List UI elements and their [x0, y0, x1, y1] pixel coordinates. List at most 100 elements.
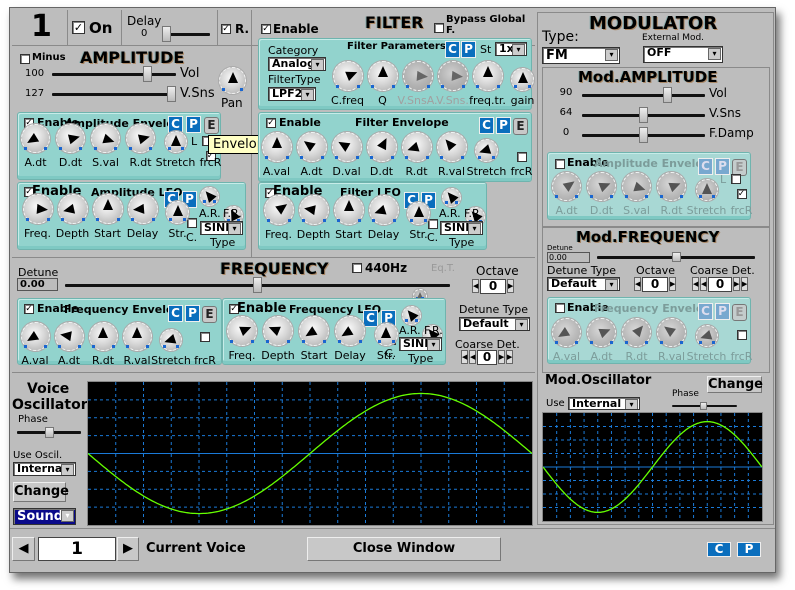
change-oscillator-button[interactable]: Change	[13, 482, 69, 502]
a-val-knob[interactable]	[261, 132, 292, 162]
delay-slider[interactable]	[162, 26, 210, 42]
r-dt-knob[interactable]	[126, 124, 155, 153]
filter-type-select[interactable]: LPF2	[268, 87, 316, 101]
a-dt-knob[interactable]	[296, 132, 327, 162]
stretch-knob[interactable]	[475, 139, 498, 162]
voice-number-input[interactable]: 1	[38, 537, 116, 561]
detune-type-select[interactable]: Default	[459, 317, 530, 331]
freq-tr-knob[interactable]	[472, 61, 503, 91]
str-knob[interactable]	[407, 202, 430, 225]
start-knob[interactable]	[92, 194, 123, 224]
r-dt-knob[interactable]	[622, 318, 651, 347]
lfo-type-select[interactable]: SINE	[440, 221, 483, 235]
filter-enable-checkbox[interactable]	[261, 24, 271, 34]
enable-checkbox[interactable]	[24, 304, 34, 314]
str-knob[interactable]	[166, 201, 189, 224]
r-val-knob[interactable]	[122, 322, 152, 351]
next-voice-button[interactable]: ▶	[117, 537, 139, 561]
force-release-checkbox[interactable]	[736, 330, 747, 340]
a-dt-knob[interactable]	[552, 172, 581, 201]
a-dt-knob[interactable]	[54, 322, 84, 351]
force-release-checkbox[interactable]	[736, 189, 747, 199]
v-sns-knob[interactable]	[437, 61, 468, 91]
force-release-checkbox[interactable]	[516, 152, 527, 162]
d-dt-knob[interactable]	[366, 132, 397, 162]
lfo-type-select[interactable]: SINE	[200, 221, 243, 235]
stretch-knob[interactable]	[695, 179, 718, 201]
minus-checkbox[interactable]	[20, 54, 30, 64]
s-val-knob[interactable]	[91, 124, 120, 153]
paste-button[interactable]: P	[461, 41, 476, 58]
a-val-knob[interactable]	[552, 318, 581, 347]
delay-knob[interactable]	[368, 195, 399, 225]
v-snsa-knob[interactable]	[402, 61, 433, 91]
phase-slider[interactable]	[17, 427, 81, 438]
ar-knob[interactable]	[200, 187, 219, 206]
r-checkbox[interactable]	[221, 24, 231, 34]
mod-change-oscillator-button[interactable]: Change	[707, 376, 763, 393]
mod-v-sns-slider[interactable]	[582, 107, 705, 123]
slider-thumb[interactable]	[662, 87, 672, 103]
s-val-knob[interactable]	[622, 172, 651, 201]
category-select[interactable]: Analog	[268, 57, 326, 71]
stretch-knob[interactable]	[164, 131, 187, 153]
lfo-type-select[interactable]: SINE	[399, 337, 442, 351]
freq-knob[interactable]	[263, 195, 294, 225]
use-oscil-select[interactable]: Internal	[13, 462, 76, 476]
ar-knob[interactable]	[442, 188, 461, 207]
d-dt-knob[interactable]	[587, 172, 616, 201]
mod-coarse-detune-counter[interactable]: ◀ ◀ 0 ▶ ▶	[692, 276, 748, 292]
delay-knob[interactable]	[335, 316, 365, 346]
vsns-slider[interactable]	[52, 86, 176, 102]
detune-slider[interactable]	[65, 277, 450, 293]
pan-knob[interactable]	[219, 67, 246, 94]
d-dt-knob[interactable]	[56, 124, 85, 153]
stages-select[interactable]: 1x	[495, 42, 527, 56]
r-dt-knob[interactable]	[401, 132, 432, 162]
r-dt-knob[interactable]	[657, 172, 686, 201]
freq-knob[interactable]	[22, 194, 53, 224]
d-val-knob[interactable]	[331, 132, 362, 162]
r-val-knob[interactable]	[657, 318, 686, 347]
on-checkbox[interactable]	[72, 21, 85, 34]
freq-knob[interactable]	[227, 316, 257, 346]
r-dt-knob[interactable]	[88, 322, 118, 351]
start-knob[interactable]	[333, 195, 364, 225]
mod-detune-slider[interactable]	[597, 252, 755, 262]
slider-thumb[interactable]	[142, 66, 152, 82]
c-freq-knob[interactable]	[332, 61, 363, 91]
close-window-button[interactable]: Close Window	[307, 537, 501, 561]
mod-phase-slider[interactable]	[672, 402, 737, 410]
mod-detune-type-select[interactable]: Default	[547, 277, 620, 291]
depth-knob[interactable]	[263, 316, 293, 346]
previous-voice-button[interactable]: ◀	[12, 537, 35, 561]
copy-button[interactable]: C	[168, 305, 183, 322]
copy-voice-button[interactable]: C	[707, 542, 731, 557]
slider-thumb[interactable]	[253, 277, 262, 293]
force-release-checkbox[interactable]	[200, 332, 210, 342]
view-mode-select[interactable]: Sound	[13, 508, 76, 525]
external-mod-select[interactable]: OFF	[643, 46, 723, 63]
coarse-detune-counter[interactable]: ◀ ◀ 0 ▶ ▶	[461, 349, 513, 365]
slider-thumb[interactable]	[162, 26, 171, 42]
envelope-window-button[interactable]: E	[202, 306, 217, 323]
start-knob[interactable]	[299, 316, 329, 346]
q-knob[interactable]	[367, 61, 398, 91]
stretch-knob[interactable]	[160, 329, 182, 351]
enable-checkbox[interactable]	[555, 159, 565, 169]
depth-knob[interactable]	[57, 194, 88, 224]
paste-voice-button[interactable]: P	[737, 542, 761, 557]
stretch-knob[interactable]	[695, 325, 718, 347]
mod-f-damp-slider[interactable]	[582, 127, 705, 143]
modulator-type-select[interactable]: FM	[542, 47, 620, 64]
enable-checkbox[interactable]	[266, 118, 276, 128]
slider-thumb[interactable]	[639, 127, 648, 143]
copy-button[interactable]: C	[445, 41, 460, 58]
440hz-checkbox[interactable]	[352, 263, 362, 273]
str-knob[interactable]	[374, 323, 398, 346]
depth-knob[interactable]	[298, 195, 329, 225]
a-dt-knob[interactable]	[21, 124, 50, 153]
paste-button[interactable]: P	[185, 305, 200, 322]
slider-thumb[interactable]	[671, 252, 681, 262]
a-val-knob[interactable]	[20, 322, 50, 351]
